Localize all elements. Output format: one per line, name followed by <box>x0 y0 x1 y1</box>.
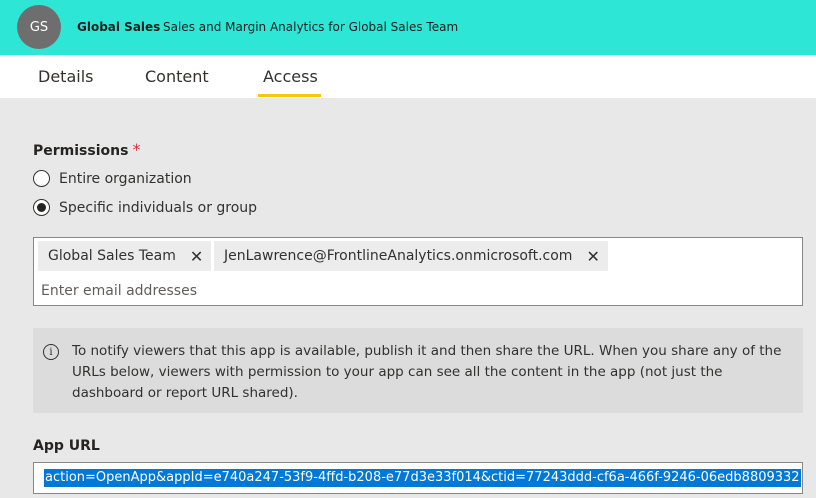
tab-content[interactable]: Content <box>145 67 209 86</box>
app-name: Global Sales <box>77 20 161 34</box>
close-icon[interactable]: ✕ <box>586 247 599 266</box>
required-marker: * <box>132 140 141 159</box>
tab-access[interactable]: Access <box>263 67 318 86</box>
app-url-value[interactable]: action=OpenApp&appId=e740a247-53f9-4ffd-… <box>44 469 801 487</box>
close-icon[interactable]: ✕ <box>190 247 203 266</box>
tab-details[interactable]: Details <box>38 67 93 86</box>
radio-label: Entire organization <box>59 170 192 187</box>
radio-button-selected[interactable] <box>33 199 50 216</box>
info-icon: i <box>43 344 59 360</box>
recipient-chip-jen-lawrence: JenLawrence@FrontlineAnalytics.onmicroso… <box>214 241 608 271</box>
active-tab-indicator <box>258 94 321 97</box>
permissions-label: Permissions * <box>33 140 140 159</box>
recipient-chip-global-sales-team: Global Sales Team ✕ <box>38 241 212 271</box>
radio-specific-individuals[interactable]: Specific individuals or group <box>33 199 257 216</box>
chip-label: JenLawrence@FrontlineAnalytics.onmicroso… <box>224 248 573 264</box>
info-text: To notify viewers that this app is avail… <box>72 343 782 401</box>
app-header: GS Global Sales Sales and Margin Analyti… <box>0 0 816 55</box>
app-url-label: App URL <box>33 438 100 454</box>
app-url-field[interactable]: action=OpenApp&appId=e740a247-53f9-4ffd-… <box>33 462 803 494</box>
tab-bar: Details Content Access <box>0 55 816 98</box>
info-message: i To notify viewers that this app is ava… <box>33 328 803 413</box>
radio-button[interactable] <box>33 170 50 187</box>
radio-label: Specific individuals or group <box>59 199 258 216</box>
email-input[interactable] <box>41 281 781 301</box>
radio-entire-organization[interactable]: Entire organization <box>33 170 192 187</box>
app-avatar: GS <box>17 5 61 49</box>
app-description: Sales and Margin Analytics for Global Sa… <box>163 20 459 34</box>
permissions-label-text: Permissions <box>33 143 129 159</box>
chip-label: Global Sales Team <box>48 248 176 264</box>
recipients-box[interactable]: Global Sales Team ✕ JenLawrence@Frontlin… <box>33 237 803 306</box>
